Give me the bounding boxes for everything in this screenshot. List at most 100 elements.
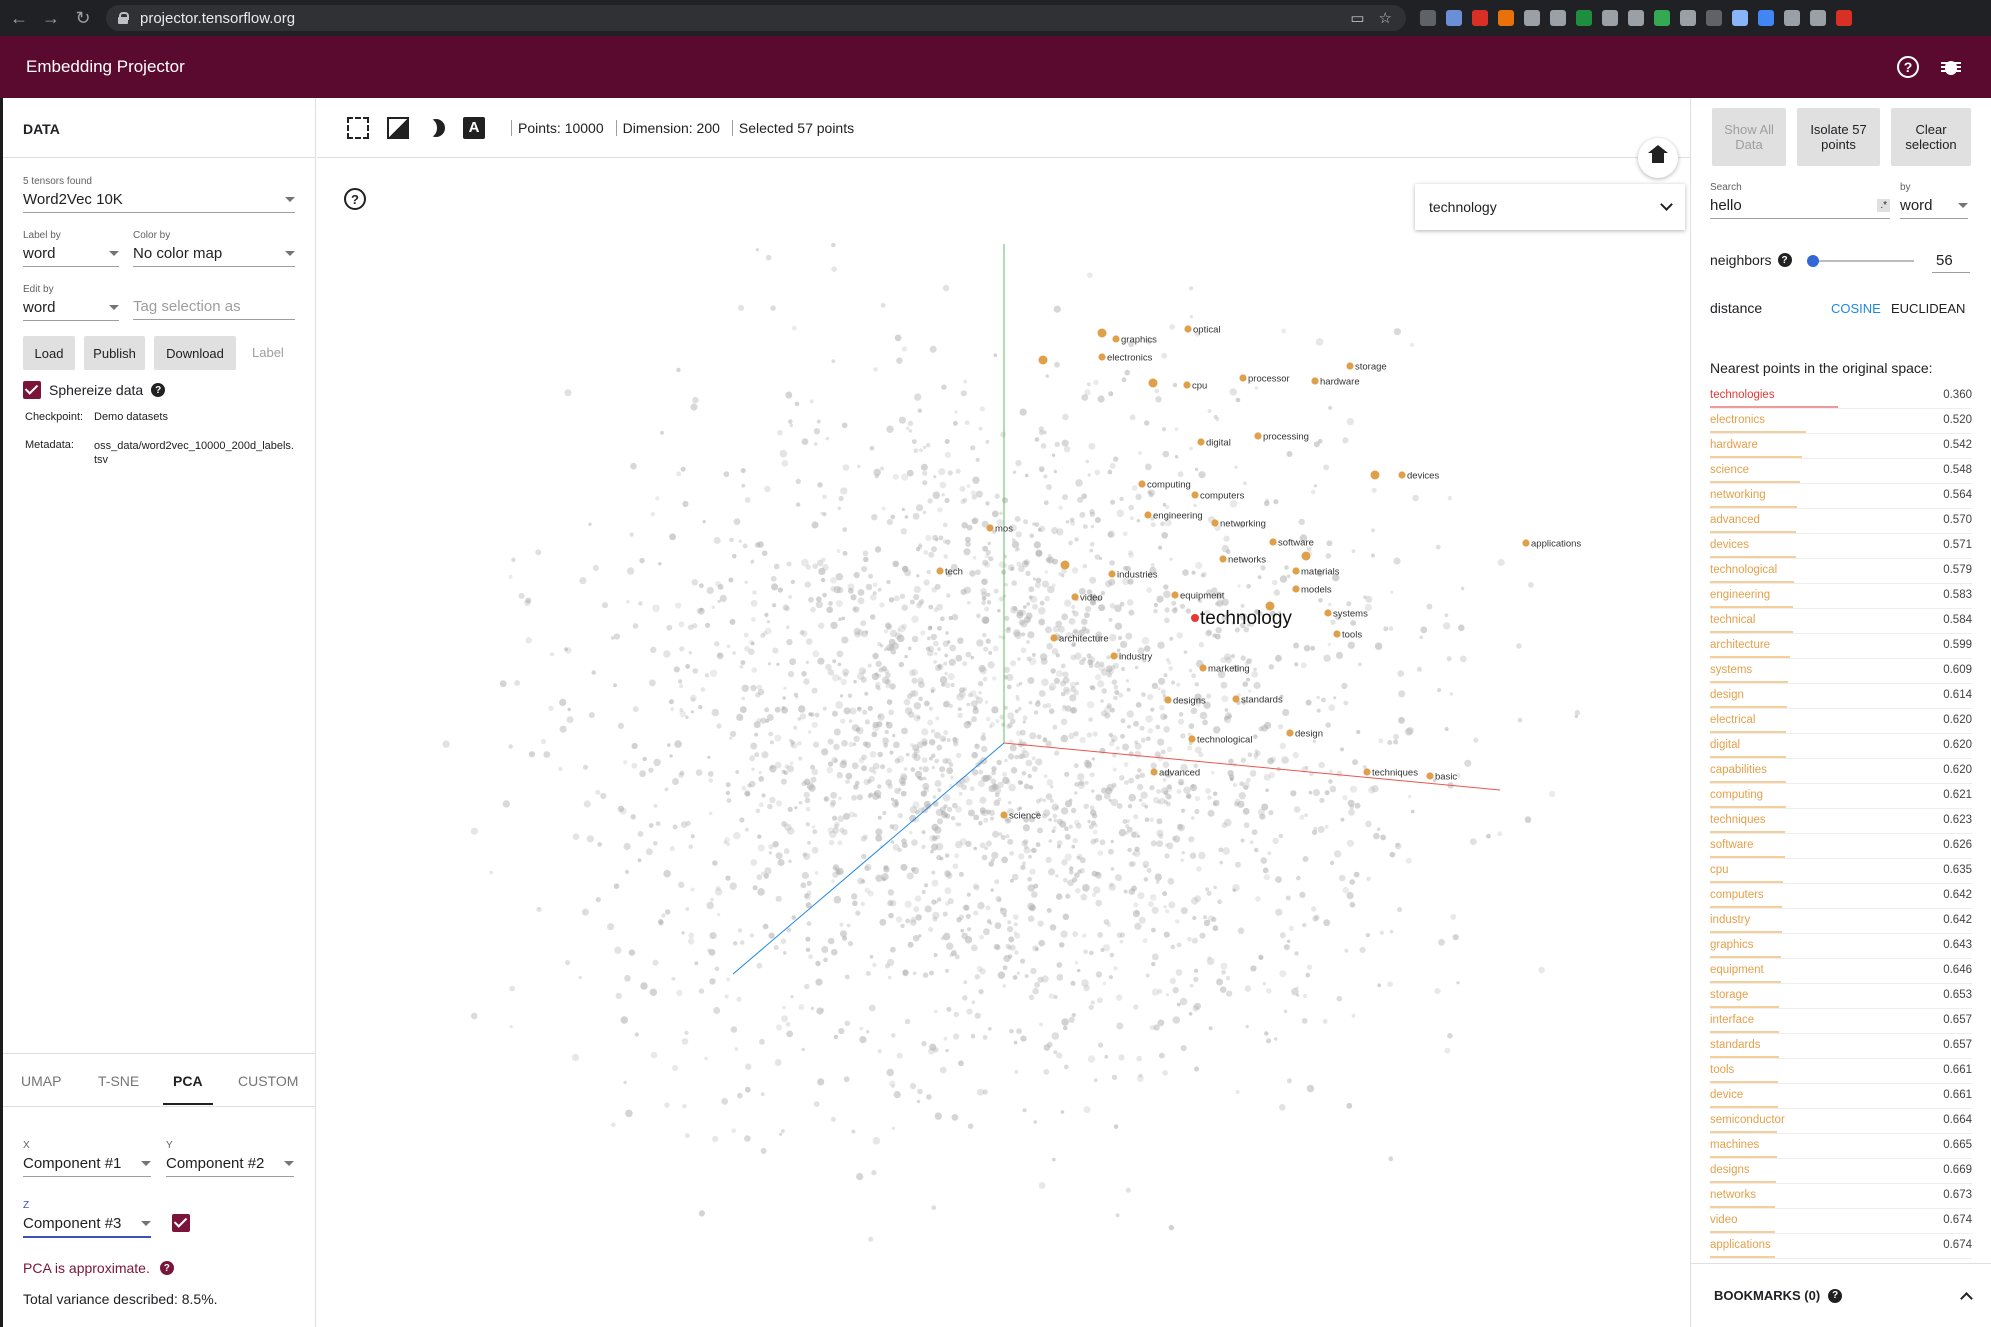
nearest-point-row[interactable]: technical 0.584 [1710, 611, 1972, 636]
nearest-point-row[interactable]: electronics 0.520 [1710, 411, 1972, 436]
extension-icon[interactable] [1810, 10, 1826, 26]
nearest-point-word[interactable]: technologies [1710, 389, 1775, 401]
nearest-point-word[interactable]: technological [1710, 564, 1777, 576]
nearest-point-word[interactable]: techniques [1710, 814, 1766, 826]
neighbors-input[interactable]: 56 [1932, 252, 1970, 273]
download-button[interactable]: Download [154, 336, 236, 370]
neighbor-point[interactable] [1071, 593, 1079, 601]
neighbor-point[interactable] [1138, 480, 1146, 488]
sphereize-checkbox[interactable] [23, 381, 41, 399]
nearest-point-row[interactable]: technologies 0.360 [1710, 386, 1972, 411]
nearest-point-word[interactable]: semiconductor [1710, 1114, 1785, 1126]
label-by-select[interactable]: Label by word [23, 230, 119, 267]
nearest-point-word[interactable]: graphics [1710, 939, 1753, 951]
reload-icon[interactable]: ↻ [70, 5, 96, 31]
help-icon[interactable]: ? [151, 383, 166, 397]
nearest-point-row[interactable]: technological 0.579 [1710, 561, 1972, 586]
nearest-point-word[interactable]: device [1710, 1089, 1743, 1101]
pca-y-select[interactable]: Y Component #2 [166, 1140, 294, 1177]
cast-icon[interactable]: ▭ [1350, 9, 1364, 27]
neighbor-point[interactable] [1333, 630, 1341, 638]
tab-pca[interactable]: PCA [173, 1073, 203, 1089]
embedding-scatter-plot[interactable]: graphicsopticalelectronicsstorageprocess… [317, 160, 1690, 1327]
bookmark-star-icon[interactable]: ☆ [1379, 9, 1392, 27]
extension-icon[interactable] [1784, 10, 1800, 26]
extension-icon[interactable] [1498, 10, 1514, 26]
extension-icon[interactable] [1680, 10, 1696, 26]
nearest-point-word[interactable]: industry [1710, 914, 1750, 926]
label-button[interactable]: Label [252, 345, 284, 360]
tab-custom[interactable]: CUSTOM [238, 1073, 298, 1089]
canvas-help-icon[interactable]: ? [344, 188, 366, 210]
bookmarks-header[interactable]: BOOKMARKS (0) ? [1691, 1263, 1991, 1327]
neighbor-point[interactable] [1219, 555, 1227, 563]
help-icon[interactable]: ? [1777, 253, 1792, 267]
neighbor-point[interactable] [1211, 519, 1219, 527]
nearest-point-word[interactable]: video [1710, 1214, 1738, 1226]
extension-icon[interactable] [1758, 10, 1774, 26]
nearest-point-word[interactable]: engineering [1710, 589, 1770, 601]
nearest-point-row[interactable]: devices 0.571 [1710, 536, 1972, 561]
extension-icon[interactable] [1550, 10, 1566, 26]
neighbor-point[interactable] [1112, 335, 1120, 343]
neighbor-point[interactable] [1038, 355, 1048, 365]
extension-icon[interactable] [1420, 10, 1436, 26]
nearest-point-row[interactable]: industry 0.642 [1710, 911, 1972, 936]
cosine-button[interactable]: COSINE [1831, 301, 1881, 316]
nearest-point-word[interactable]: advanced [1710, 514, 1760, 526]
nearest-point-word[interactable]: interface [1710, 1014, 1754, 1026]
nearest-point-row[interactable]: computers 0.642 [1710, 886, 1972, 911]
neighbor-point[interactable] [1311, 377, 1319, 385]
neighbor-point[interactable] [1346, 362, 1354, 370]
publish-button[interactable]: Publish [84, 336, 145, 370]
bug-report-icon[interactable] [1941, 57, 1961, 77]
nearest-point-row[interactable]: systems 0.609 [1710, 661, 1972, 686]
neighbor-point[interactable] [936, 567, 944, 575]
neighbor-point[interactable] [1191, 491, 1199, 499]
back-arrow-icon[interactable]: ← [6, 5, 32, 31]
nearest-point-word[interactable]: standards [1710, 1039, 1761, 1051]
neighbor-point[interactable] [1370, 470, 1380, 480]
euclidean-button[interactable]: EUCLIDEAN [1891, 301, 1965, 316]
nearest-point-word[interactable]: applications [1710, 1239, 1771, 1251]
nearest-point-row[interactable]: cpu 0.635 [1710, 861, 1972, 886]
nearest-point-word[interactable]: networking [1710, 489, 1766, 501]
neighbor-point[interactable] [1199, 664, 1207, 672]
isolate-points-button[interactable]: Isolate 57 points [1797, 108, 1880, 166]
neighbor-point[interactable] [1144, 511, 1152, 519]
label-toggle-icon[interactable]: A [463, 116, 485, 139]
nearest-point-word[interactable]: devices [1710, 539, 1749, 551]
help-icon[interactable]: ? [159, 1261, 174, 1275]
query-point[interactable] [1191, 614, 1199, 622]
label-dropdown[interactable]: technology [1415, 184, 1685, 230]
pca-x-select[interactable]: X Component #1 [23, 1140, 151, 1177]
nearest-point-row[interactable]: storage 0.653 [1710, 986, 1972, 1011]
neighbor-point[interactable] [1150, 768, 1158, 776]
neighbor-point[interactable] [1292, 585, 1300, 593]
extension-icon[interactable] [1576, 10, 1592, 26]
neighbors-slider-track[interactable] [1812, 260, 1914, 262]
nearest-point-row[interactable]: device 0.661 [1710, 1086, 1972, 1111]
neighbor-point[interactable] [1060, 560, 1070, 570]
neighbor-point[interactable] [1269, 538, 1277, 546]
neighbors-slider-thumb[interactable] [1807, 255, 1820, 267]
neighbor-point[interactable] [1301, 551, 1311, 561]
nearest-point-word[interactable]: hardware [1710, 439, 1758, 451]
load-button[interactable]: Load [23, 336, 75, 370]
nearest-point-word[interactable]: networks [1710, 1189, 1756, 1201]
neighbor-point[interactable] [1292, 567, 1300, 575]
nearest-point-row[interactable]: design 0.614 [1710, 686, 1972, 711]
neighbor-point[interactable] [1363, 768, 1371, 776]
neighbor-point[interactable] [1183, 381, 1191, 389]
extension-icon[interactable] [1706, 10, 1722, 26]
bounding-box-select-icon[interactable] [347, 116, 369, 139]
neighbor-point[interactable] [1398, 471, 1406, 479]
neighbor-point[interactable] [1164, 696, 1172, 704]
nearest-point-row[interactable]: graphics 0.643 [1710, 936, 1972, 961]
nearest-point-row[interactable]: science 0.548 [1710, 461, 1972, 486]
search-by-select[interactable]: by word [1900, 182, 1968, 219]
nearest-point-word[interactable]: systems [1710, 664, 1752, 676]
neighbor-point[interactable] [1286, 729, 1294, 737]
help-icon[interactable]: ? [1828, 1288, 1843, 1303]
nearest-point-word[interactable]: software [1710, 839, 1753, 851]
